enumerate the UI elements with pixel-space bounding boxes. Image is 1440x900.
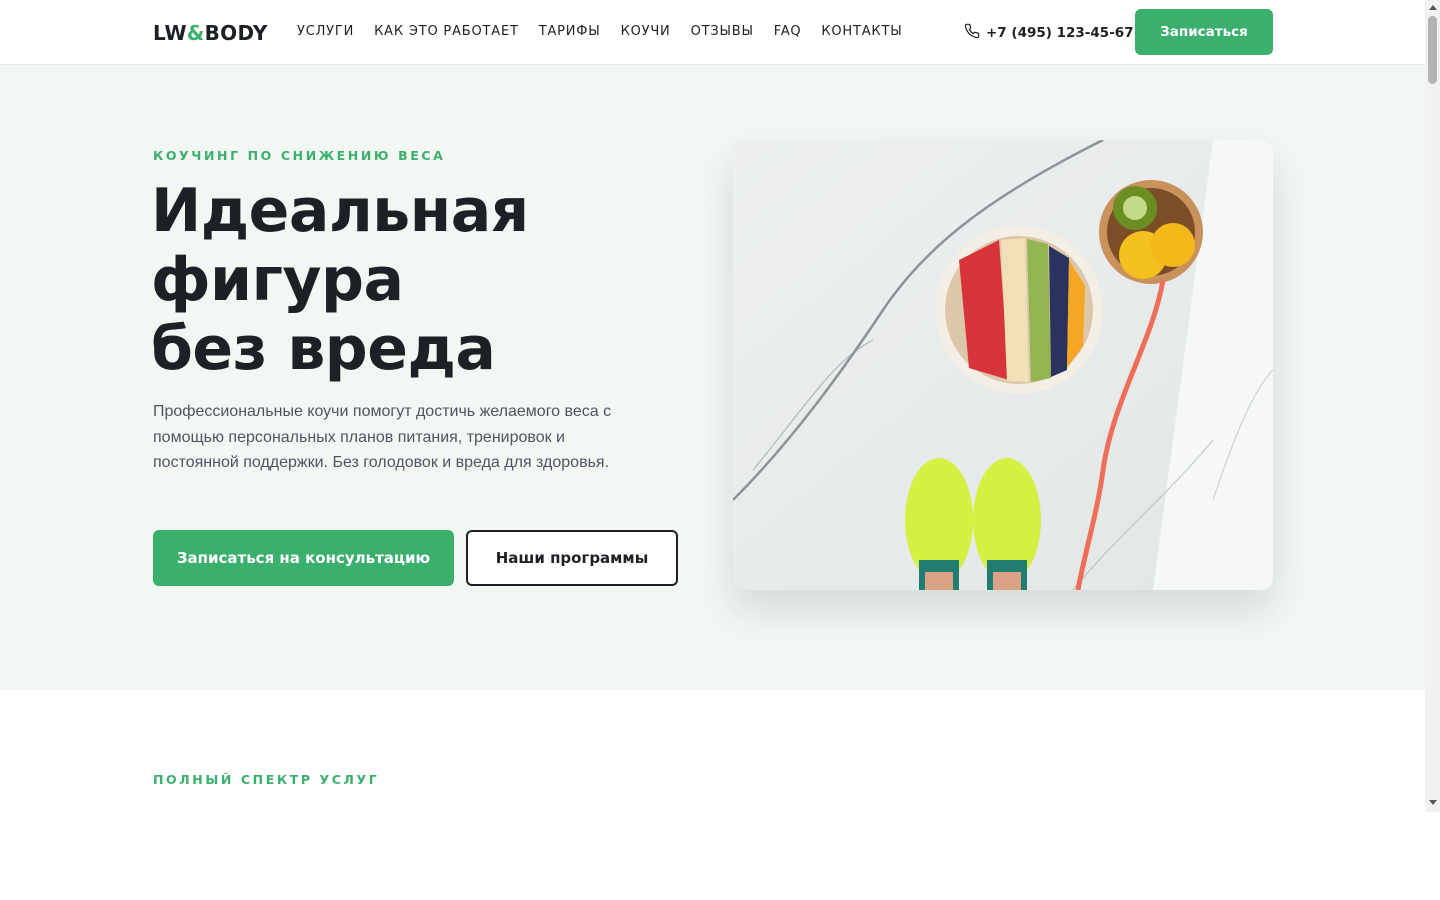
hero-title-line: фигура — [151, 245, 404, 315]
scrollbar-thumb[interactable] — [1428, 16, 1437, 84]
phone-icon — [964, 23, 980, 43]
nav-link-contacts[interactable]: Контакты — [821, 24, 902, 39]
logo-ampersand: & — [186, 21, 205, 45]
logo-text-right: BODY — [204, 21, 268, 45]
phone-link[interactable]: +7 (495) 123-45-67 — [964, 23, 1134, 43]
hero-title: Идеальная фигура без вреда — [151, 177, 671, 384]
services-title-cropped: - - — [153, 800, 200, 820]
hero-section: Коучинг по снижению веса Идеальная фигур… — [0, 65, 1425, 690]
site-header: LW&BODY Услуги Как это работает Тарифы К… — [0, 0, 1425, 65]
hero-title-line: Идеальная — [151, 176, 529, 246]
services-eyebrow: Полный спектр услуг — [153, 772, 380, 787]
nav-link-coaches[interactable]: Коучи — [621, 24, 671, 39]
consultation-button[interactable]: Записаться на консультацию — [153, 530, 454, 586]
logo-text-left: LW — [153, 21, 187, 45]
nav-link-pricing[interactable]: Тарифы — [539, 24, 601, 39]
phone-number: +7 (495) 123-45-67 — [986, 25, 1134, 41]
hero-photo-illustration — [733, 140, 1273, 590]
scroll-down-arrow-icon[interactable] — [1429, 800, 1437, 805]
hero-description: Профессиональные коучи помогут достичь ж… — [153, 403, 612, 471]
nav-link-reviews[interactable]: Отзывы — [691, 24, 754, 39]
nav-link-how-it-works[interactable]: Как это работает — [374, 24, 519, 39]
signup-button[interactable]: Записаться — [1135, 9, 1273, 55]
logo[interactable]: LW&BODY — [153, 21, 268, 45]
hero-image — [733, 140, 1273, 590]
programs-button[interactable]: Наши программы — [466, 530, 678, 586]
nav-link-faq[interactable]: FAQ — [774, 24, 802, 39]
page-scrollbar[interactable] — [1425, 0, 1440, 812]
main-nav: Услуги Как это работает Тарифы Коучи Отз… — [297, 24, 902, 39]
nav-link-services[interactable]: Услуги — [297, 24, 354, 39]
hero-eyebrow: Коучинг по снижению веса — [153, 148, 446, 163]
scroll-up-arrow-icon[interactable] — [1429, 5, 1437, 10]
hero-title-line: без вреда — [151, 314, 496, 384]
